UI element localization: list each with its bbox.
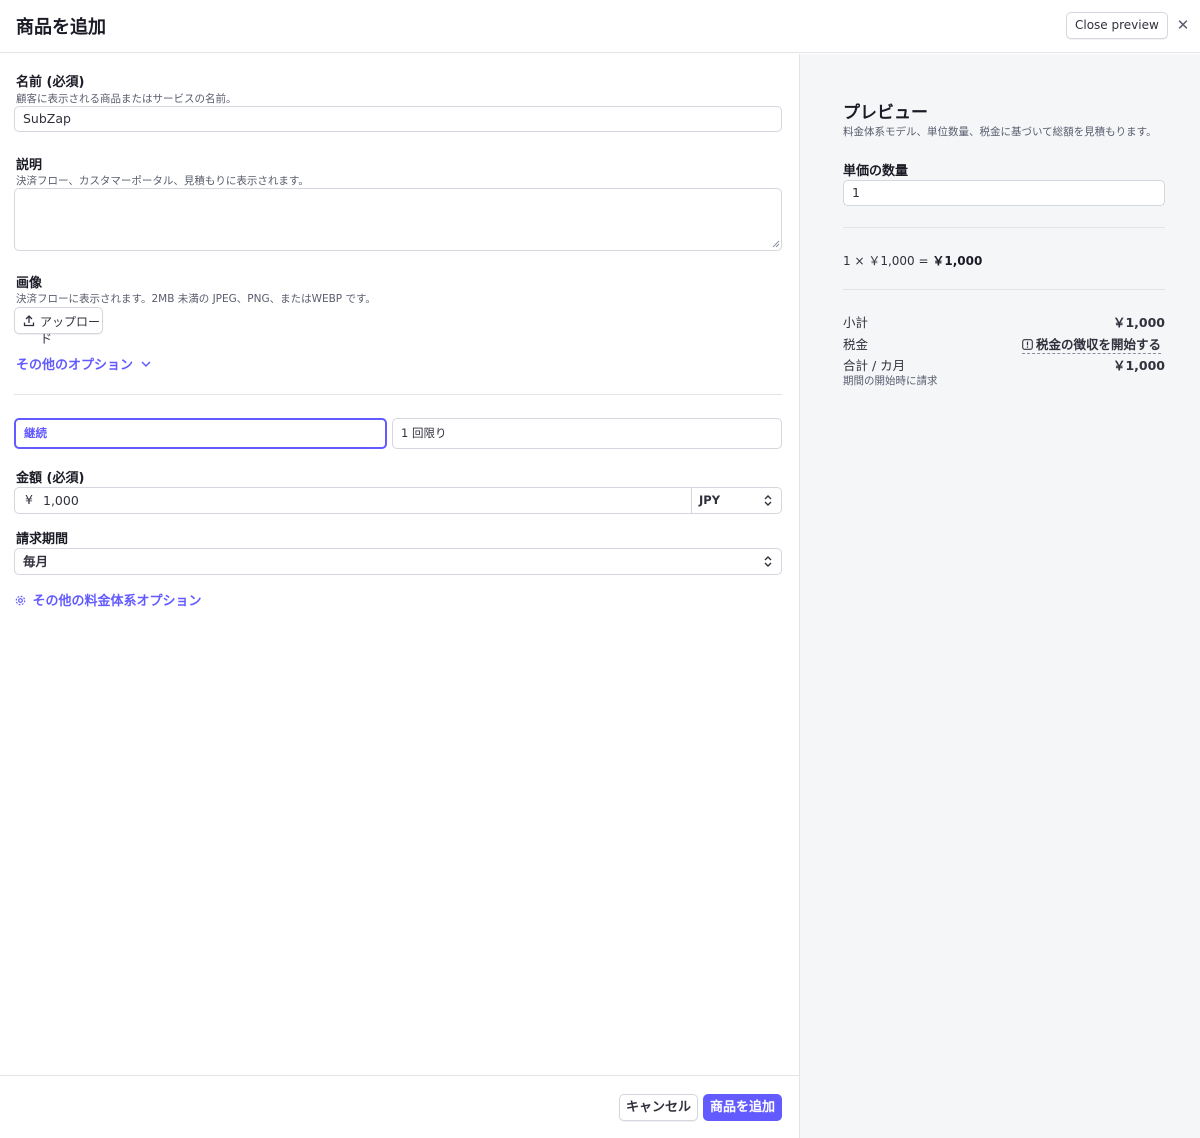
calc-result: ￥1,000 [932,254,983,268]
amount-input[interactable]: 1,000 [43,493,79,508]
select-arrows-icon [764,495,772,506]
preview-panel: プレビュー 料金体系モデル、単位数量、税金に基づいて総額を見積もります。 単価の… [799,54,1200,1138]
name-input[interactable]: SubZap [14,106,782,132]
modal-header: 商品を追加 Close preview ✕ [0,0,1200,53]
description-hint: 決済フロー、カスタマーポータル、見積もりに表示されます。 [16,175,309,187]
subtotal-value: ￥1,000 [1112,315,1165,330]
billing-note: 期間の開始時に請求 [843,375,938,387]
name-label: 名前 (必須) [16,75,85,90]
name-hint: 顧客に表示される商品またはサービスの名前。 [16,93,237,105]
description-label: 説明 [16,158,43,173]
form-footer: キャンセル 商品を追加 [0,1075,799,1138]
more-pricing-options-link[interactable]: その他の料金体系オプション [15,590,202,609]
close-icon[interactable]: ✕ [1174,15,1192,35]
total-value: ￥1,000 [1112,358,1165,373]
more-options-label: その他のオプション [16,358,134,373]
currency-symbol: ¥ [25,492,33,507]
tax-label: 税金 [843,337,869,352]
more-options-link[interactable]: その他のオプション [16,354,151,373]
preview-hint: 料金体系モデル、単位数量、税金に基づいて総額を見積もります。 [843,126,1157,138]
upload-button[interactable]: アップロード [14,307,103,346]
preview-divider [843,289,1165,290]
select-arrows-icon [764,556,772,567]
resize-handle-icon[interactable] [772,240,780,248]
chevron-down-icon [141,361,151,368]
billing-period-label: 請求期間 [16,532,69,547]
billing-period-select[interactable]: 毎月 [14,548,782,575]
description-textarea[interactable] [14,188,782,251]
image-label: 画像 [16,276,43,291]
section-divider [14,394,782,395]
image-hint: 決済フローに表示されます。2MB 未満の JPEG、PNG、またはWEBP です… [16,293,376,305]
one-time-option[interactable]: 1 回限り [392,418,782,449]
preview-divider [843,227,1165,228]
calc-prefix: 1 × ￥1,000 = [843,254,929,268]
more-pricing-options-label: その他の料金体系オプション [32,594,202,609]
upload-button-label: アップロード [40,315,101,346]
product-form: 名前 (必須) 顧客に表示される商品またはサービスの名前。 SubZap 説明 … [0,54,799,1075]
cancel-button[interactable]: キャンセル [619,1094,698,1121]
recurring-option[interactable]: 継続 [14,418,387,449]
billing-period-value: 毎月 [23,554,49,569]
close-preview-button[interactable]: Close preview [1066,12,1168,39]
currency-select[interactable]: JPY [699,493,720,507]
total-label: 合計 / カ月 [843,358,906,373]
unit-quantity-input[interactable]: 1 [843,180,1165,206]
start-tax-collection-link[interactable]: 税金の徴収を開始する [1021,334,1161,354]
info-icon [1022,339,1033,350]
gear-icon [15,595,26,606]
start-tax-collection-label: 税金の徴収を開始する [1035,337,1161,352]
upload-icon [23,315,35,327]
amount-field[interactable]: ¥ 1,000 JPY [14,487,782,514]
modal-title: 商品を追加 [16,17,106,38]
currency-divider [691,488,692,513]
add-product-button[interactable]: 商品を追加 [703,1094,782,1121]
price-calculation: 1 × ￥1,000 = ￥1,000 [843,252,982,269]
preview-title: プレビュー [843,103,928,123]
subtotal-label: 小計 [843,315,869,330]
unit-quantity-label: 単価の数量 [843,164,909,179]
amount-label: 金額 (必須) [16,471,85,486]
